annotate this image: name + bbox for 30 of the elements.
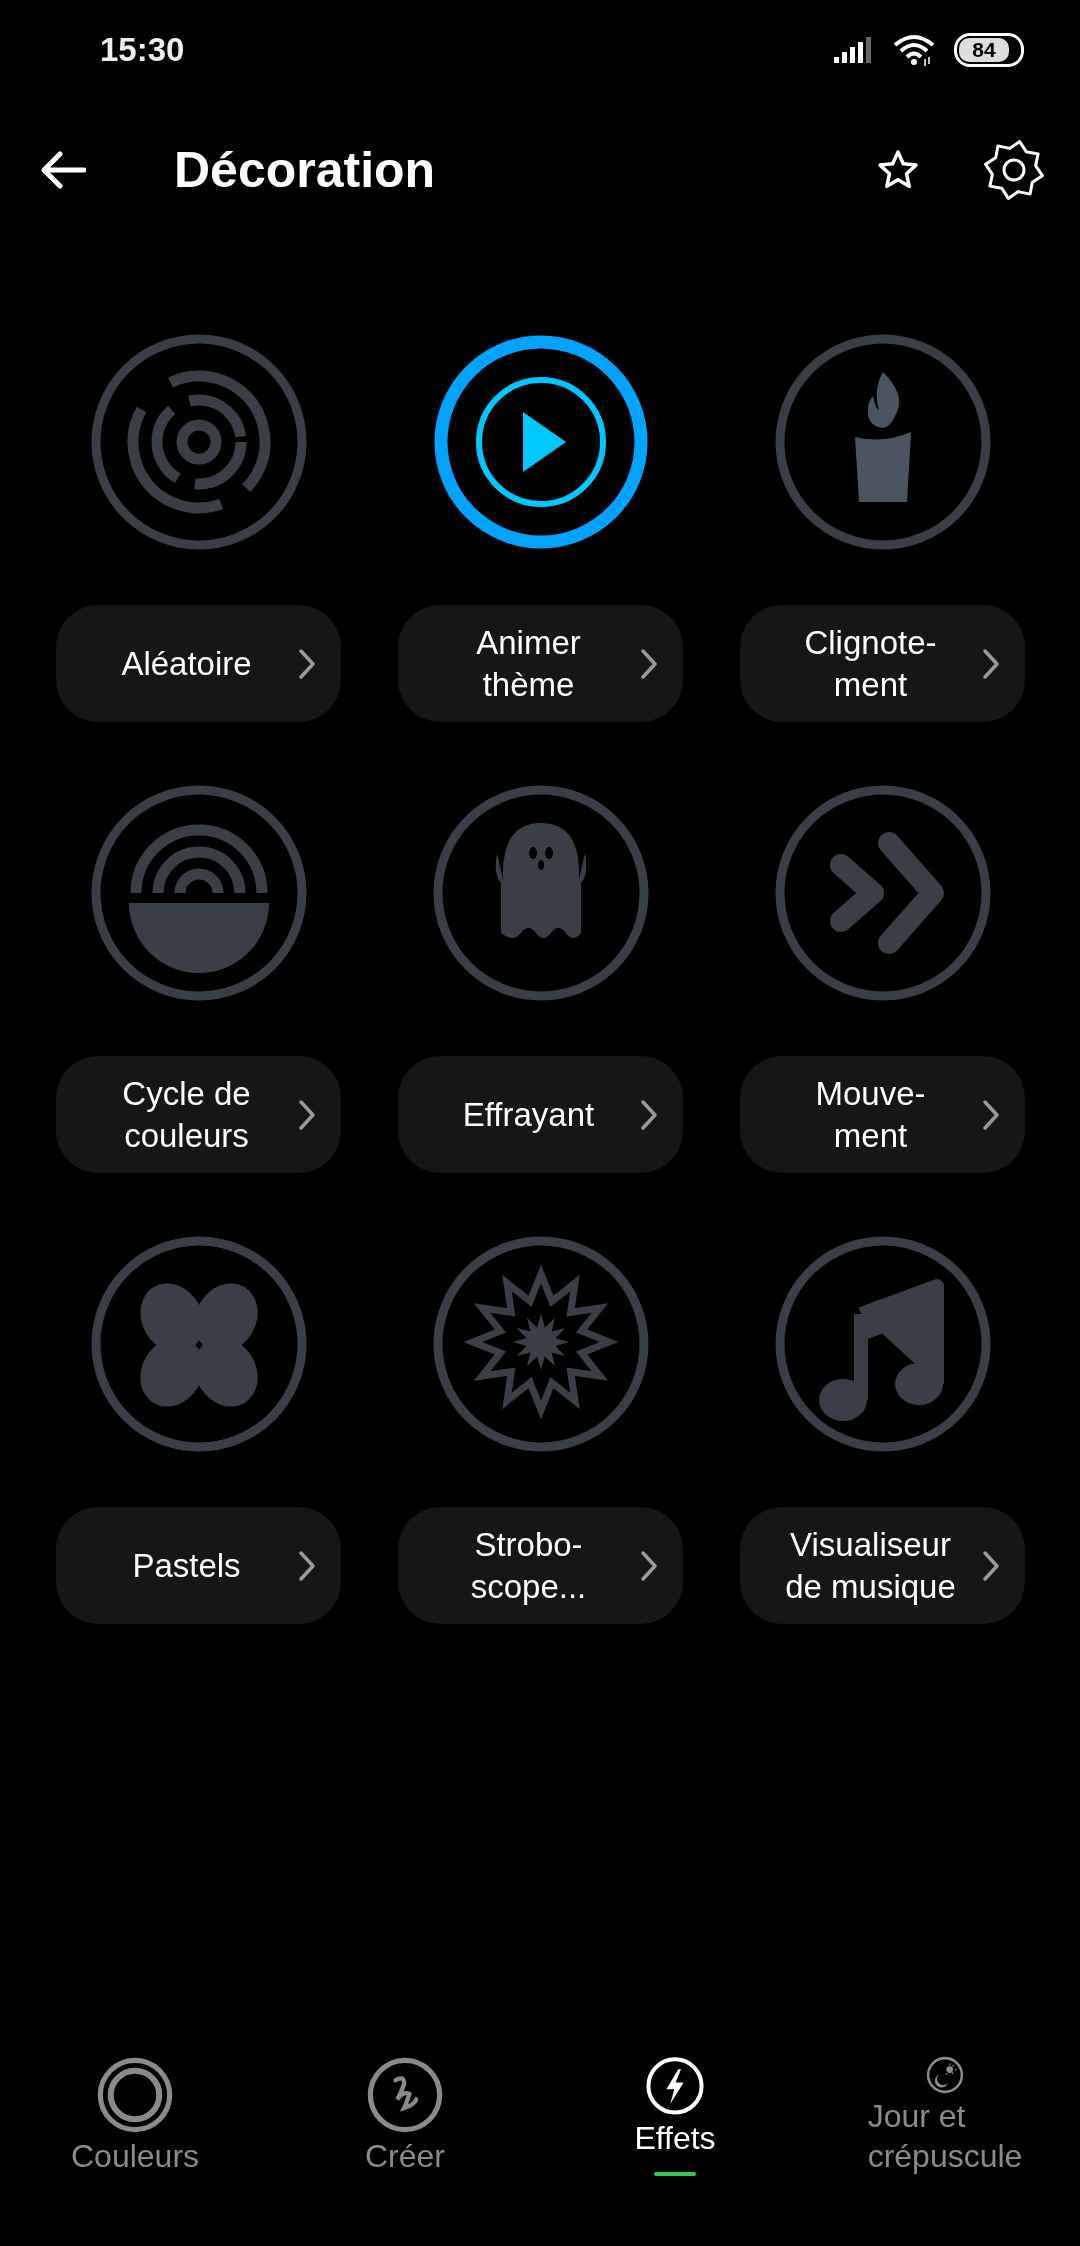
chevron-icon [297, 1097, 317, 1132]
chevron-icon [639, 1548, 659, 1583]
nav-tab[interactable]: Effets [540, 2016, 810, 2176]
chevron-icon [981, 646, 1001, 681]
chevron-icon [981, 1548, 1001, 1583]
signal-icon [832, 35, 874, 65]
effect-button[interactable]: Clignote- ment [740, 605, 1025, 722]
clock-time: 15:30 [100, 31, 185, 69]
chevron-icon [981, 1097, 1001, 1132]
effect-button[interactable]: Strobo- scope... [398, 1507, 683, 1624]
effect-button[interactable]: Animer thème [398, 605, 683, 722]
effect-button[interactable]: Effrayant [398, 1056, 683, 1173]
chevron-icon [297, 1548, 317, 1583]
settings-icon [982, 138, 1046, 202]
wifi-icon [892, 33, 936, 67]
chevron-icon [297, 646, 317, 681]
effect-button[interactable]: Pastels [56, 1507, 341, 1624]
battery-icon: 84 [954, 33, 1024, 67]
nav-tab[interactable]: Jour et crépuscule [810, 2016, 1080, 2176]
effect-button[interactable]: Visualiseur de musique [740, 1507, 1025, 1624]
chevron-icon [639, 646, 659, 681]
effect-button[interactable]: Aléatoire [56, 605, 341, 722]
effect-button[interactable]: Mouve- ment [740, 1056, 1025, 1173]
page-title: Décoration [174, 141, 437, 199]
nav-tab[interactable]: Créer [270, 2016, 540, 2176]
nav-tab[interactable]: Couleurs [0, 2016, 270, 2176]
effect-button[interactable]: Cycle de couleurs [56, 1056, 341, 1173]
chevron-icon [639, 1097, 659, 1132]
back-arrow-icon [38, 150, 86, 190]
active-indicator [654, 2171, 696, 2176]
